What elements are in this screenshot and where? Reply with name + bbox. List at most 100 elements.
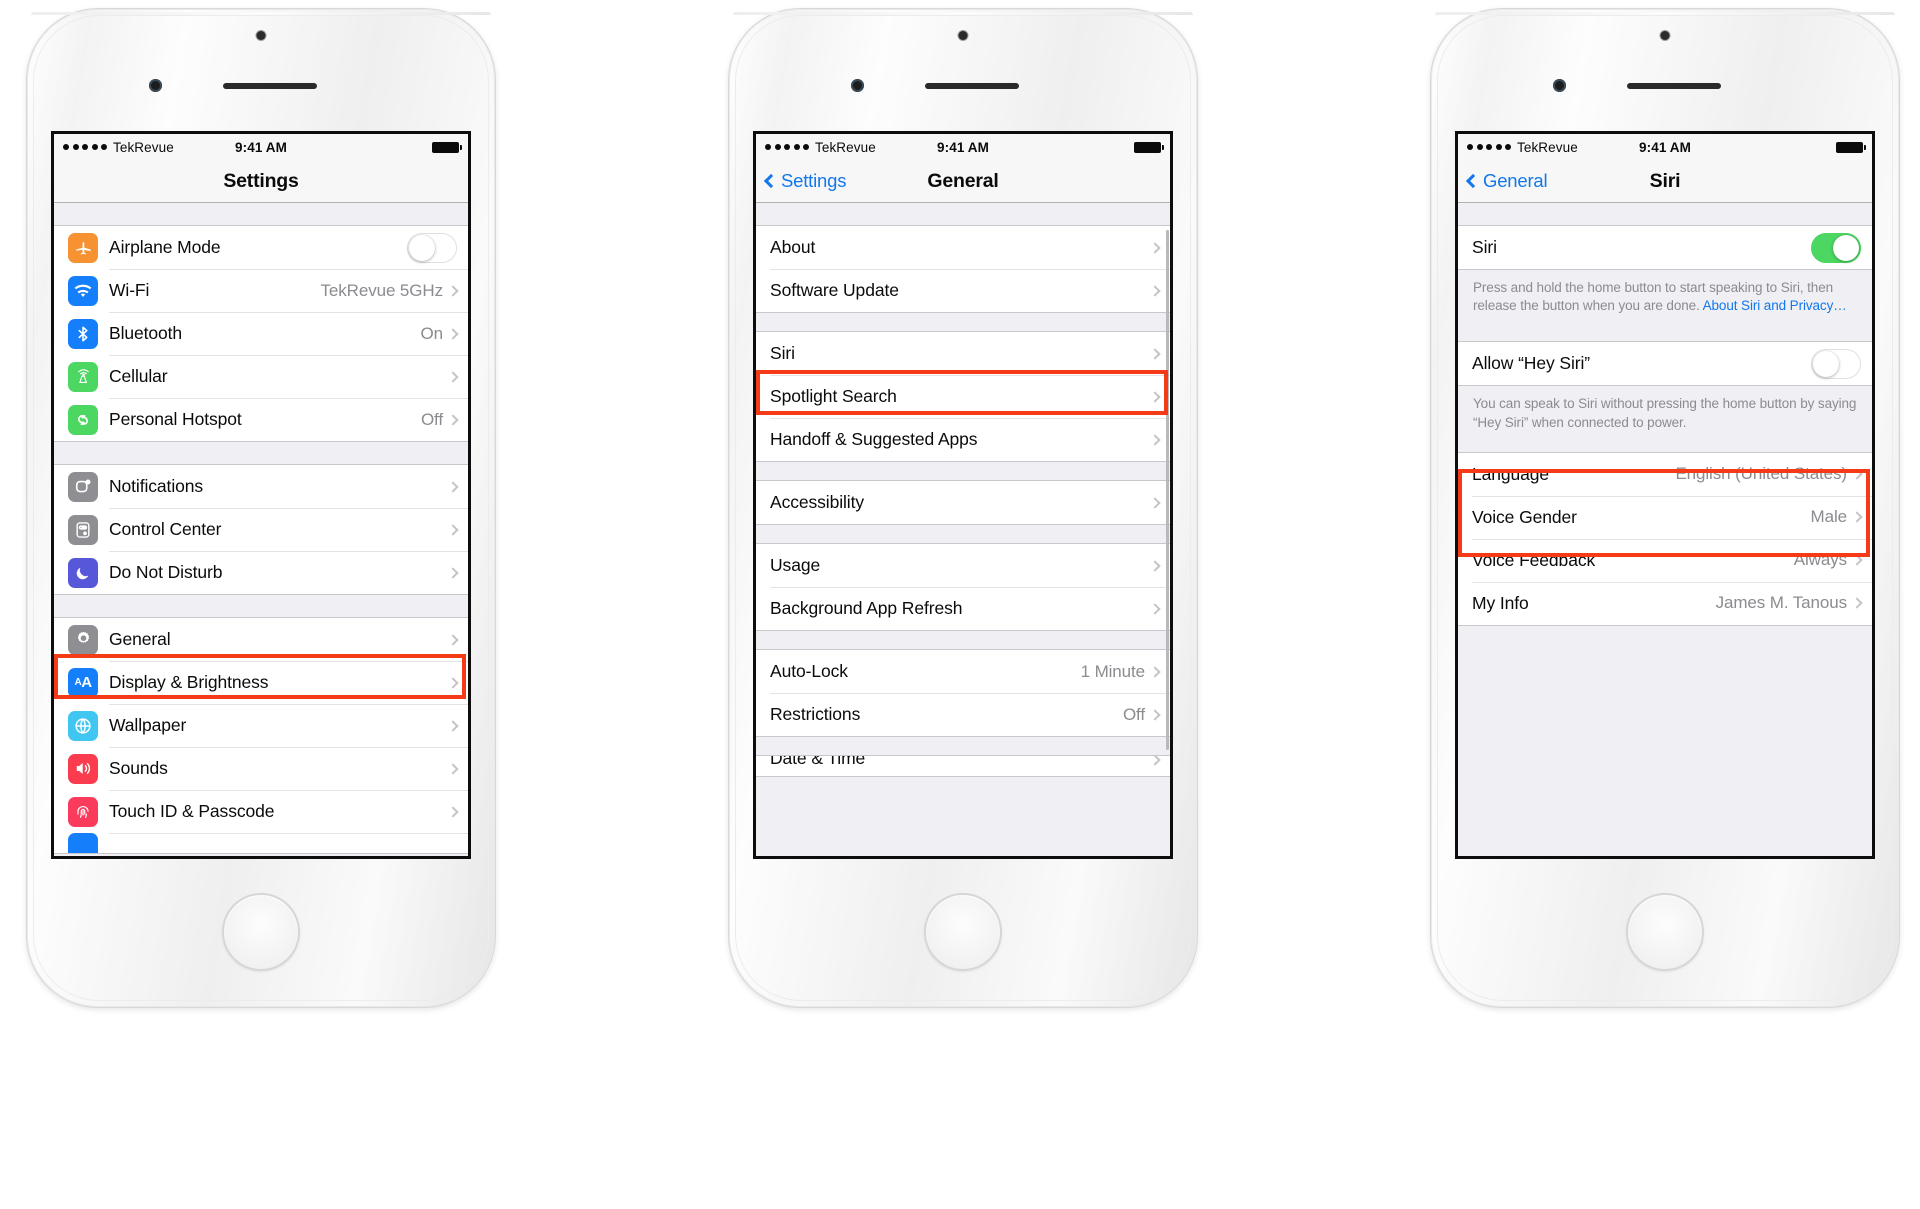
airplane-icon [68,232,98,263]
section-gap [54,595,468,617]
row-label: Date & Time [770,756,866,768]
settings-row-do-not-disturb[interactable]: Do Not Disturb [54,551,468,594]
settings-row-cellular[interactable]: Cellular [54,355,468,398]
proximity-sensor-icon [149,79,162,92]
sounds-icon [68,753,98,784]
section-gap [54,442,468,464]
siri-row-my-info[interactable]: My Info James M. Tanous [1458,581,1872,625]
home-button[interactable] [924,893,1002,971]
settings-table-view[interactable]: Airplane Mode Wi-Fi TekRevue 5GHz Blueto… [54,203,468,856]
general-row-accessibility[interactable]: Accessibility [756,481,1170,524]
general-row-usage[interactable]: Usage [756,544,1170,587]
row-label: About [770,237,816,257]
section-gap [756,737,1170,755]
general-row-date-time[interactable]: Date & Time [756,756,1170,776]
row-label: Wi-Fi [109,280,150,300]
iphone-device-siri: TekRevue 9:41 AM General Siri Siri Press… [1430,8,1900,1008]
general-row-about[interactable]: About [756,226,1170,269]
general-table-view[interactable]: About Software Update Siri Spotlight Sea… [756,203,1170,856]
general-row-software-update[interactable]: Software Update [756,269,1170,312]
status-bar: TekRevue 9:41 AM [54,134,468,160]
siri-description-note: Press and hold the home button to start … [1458,270,1872,328]
back-button-label: Settings [781,170,847,191]
settings-row-wifi[interactable]: Wi-Fi TekRevue 5GHz [54,269,468,312]
earpiece-speaker [925,83,1020,89]
hey-siri-toggle[interactable] [1811,348,1861,379]
settings-row-personal-hotspot[interactable]: Personal Hotspot Off [54,398,468,441]
chevron-right-icon [1149,241,1161,254]
general-group-datetime: Date & Time [756,755,1170,777]
chevron-right-icon [1851,554,1863,567]
chevron-right-icon [1149,390,1161,403]
section-gap [1458,327,1872,342]
settings-row-wallpaper[interactable]: Wallpaper [54,704,468,747]
general-row-spotlight-search[interactable]: Spotlight Search [756,375,1170,418]
row-label: Allow “Hey Siri” [1472,353,1590,374]
siri-toggle[interactable] [1811,232,1861,263]
siri-table-view[interactable]: Siri Press and hold the home button to s… [1458,203,1872,856]
settings-row-touch-id-passcode[interactable]: Touch ID & Passcode [54,790,468,833]
nav-bar-siri: General Siri [1458,160,1872,203]
row-label: Voice Gender [1472,506,1577,527]
chevron-right-icon [1149,496,1161,509]
battery-icon [1836,141,1866,153]
siri-row-language[interactable]: Language English (United States) [1458,452,1872,496]
general-row-handoff[interactable]: Handoff & Suggested Apps [756,418,1170,461]
general-row-auto-lock[interactable]: Auto-Lock 1 Minute [756,650,1170,693]
back-button-settings[interactable]: Settings [763,170,847,192]
settings-row-display-brightness[interactable]: AA Display & Brightness [54,661,468,704]
settings-row-bluetooth[interactable]: Bluetooth On [54,312,468,355]
vertical-scrollbar[interactable] [1166,230,1169,750]
notifications-icon [68,471,98,502]
row-label: Bluetooth [109,323,183,343]
settings-row-notifications[interactable]: Notifications [54,465,468,508]
wifi-icon [68,275,98,306]
section-gap [1458,203,1872,225]
home-button[interactable] [1626,893,1704,971]
general-group-usage: Usage Background App Refresh [756,543,1170,631]
home-button[interactable] [222,893,300,971]
row-value: On [420,323,444,343]
row-value: TekRevue 5GHz [320,280,444,300]
siri-row-allow-hey-siri[interactable]: Allow “Hey Siri” [1458,342,1872,386]
airplane-mode-toggle[interactable] [407,232,457,263]
chevron-right-icon [1851,597,1863,610]
general-row-siri[interactable]: Siri [756,332,1170,375]
hey-siri-description-note: You can speak to Siri without pressing t… [1458,386,1872,444]
chevron-right-icon [1149,433,1161,446]
row-label: Usage [770,555,821,575]
about-siri-privacy-link[interactable]: About Siri and Privacy… [1703,298,1847,313]
row-value: James M. Tanous [1715,593,1848,613]
earpiece-speaker [1627,83,1722,89]
chevron-right-icon [447,762,459,775]
chevron-right-icon [447,633,459,646]
settings-row-privacy-partial[interactable] [54,833,468,853]
settings-row-control-center[interactable]: Control Center [54,508,468,551]
settings-row-general[interactable]: General [54,618,468,661]
siri-row-voice-feedback[interactable]: Voice Feedback Always [1458,538,1872,582]
general-row-restrictions[interactable]: Restrictions Off [756,693,1170,736]
settings-row-sounds[interactable]: Sounds [54,747,468,790]
siri-group-enable: Siri [1458,225,1872,270]
hey-siri-note-text: You can speak to Siri without pressing t… [1473,396,1857,430]
general-row-background-app-refresh[interactable]: Background App Refresh [756,587,1170,630]
row-label: Spotlight Search [770,386,897,406]
siri-row-voice-gender[interactable]: Voice Gender Male [1458,495,1872,539]
row-label: General [109,629,171,649]
row-label: Sounds [109,758,168,778]
siri-row-siri-toggle[interactable]: Siri [1458,226,1872,269]
settings-group-notifications: Notifications Control Center Do Not Dist… [54,464,468,595]
section-gap [756,462,1170,480]
nav-bar-settings: Settings [54,160,468,203]
row-value: Male [1810,507,1848,527]
back-button-general[interactable]: General [1465,170,1548,192]
chevron-right-icon [1149,756,1161,766]
front-camera-icon [1660,31,1670,40]
chevron-right-icon [1149,602,1161,615]
chevron-right-icon [447,327,459,340]
signal-strength-icon [1467,144,1511,150]
row-label: Siri [1472,237,1497,257]
carrier-label: TekRevue [815,139,876,155]
row-value: Always [1793,550,1847,570]
settings-row-airplane-mode[interactable]: Airplane Mode [54,226,468,269]
